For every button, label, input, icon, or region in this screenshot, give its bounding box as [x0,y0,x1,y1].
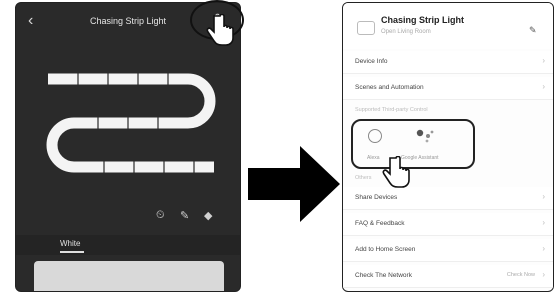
chevron-right-icon: › [542,218,545,227]
color-panel[interactable] [34,261,224,291]
row-device-info[interactable]: Device Info › [343,51,553,74]
device-location: Open Living Room [381,29,431,35]
edit-name-icon[interactable]: ✎ [529,25,537,36]
row-label: Scenes and Automation [355,84,424,91]
pointing-hand-icon [382,156,410,188]
third-party-highlight [351,119,475,169]
device-name: Chasing Strip Light [381,15,464,25]
section-third-party: Supported Third-party Control [355,107,428,113]
row-label: Check The Network [355,272,412,279]
active-tab-indicator [60,251,84,253]
row-label: Add to Home Screen [355,246,416,253]
section-others: Others [355,175,372,181]
eraser-icon[interactable]: ◆ [204,209,212,222]
device-icon [357,21,375,35]
chevron-right-icon: › [542,82,545,91]
right-arrow-icon [248,146,340,222]
toolbar-icons: ⏲ ✎ ◆ [156,209,236,225]
row-scenes[interactable]: Scenes and Automation › [343,77,553,100]
row-add-home[interactable]: Add to Home Screen › [343,239,553,262]
device-settings-screen: Chasing Strip Light Open Living Room ✎ D… [342,2,554,292]
row-label: Share Devices [355,194,398,201]
device-header: Chasing Strip Light Open Living Room ✎ [343,3,553,49]
row-share-devices[interactable]: Share Devices › [343,187,553,210]
chevron-right-icon: › [542,244,545,253]
row-label: FAQ & Feedback [355,220,405,227]
timer-icon[interactable]: ⏲ [156,209,165,222]
row-faq[interactable]: FAQ & Feedback › [343,213,553,236]
mode-tabs: White [16,235,240,255]
row-value: Check Now [506,272,535,278]
pen-icon[interactable]: ✎ [180,209,189,222]
row-check-network[interactable]: Check The Network Check Now › [343,265,553,288]
light-strip-graphic [46,73,216,173]
pointing-hand-icon [206,14,234,46]
chevron-right-icon: › [542,270,545,279]
row-label: Device Info [355,58,388,65]
chevron-right-icon: › [542,192,545,201]
chevron-right-icon: › [542,56,545,65]
tab-white[interactable]: White [60,239,80,248]
